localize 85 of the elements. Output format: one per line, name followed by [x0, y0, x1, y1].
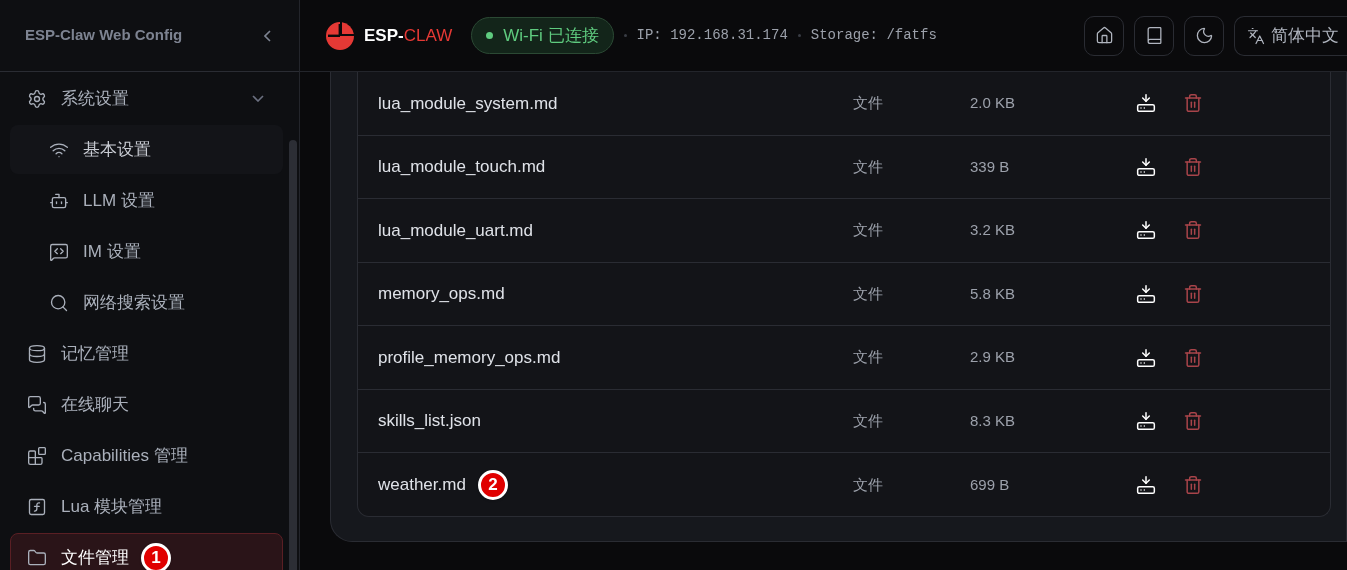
file-size: 339 B: [970, 156, 1011, 177]
nav-item[interactable]: LLM 设置: [10, 176, 283, 225]
home-button[interactable]: [1084, 15, 1124, 56]
download-icon: [1136, 284, 1156, 304]
file-type: 文件: [853, 283, 884, 304]
delete-button[interactable]: [1182, 92, 1204, 115]
download-icon: [1136, 411, 1156, 432]
download-button[interactable]: [1135, 346, 1157, 369]
home-icon: [1094, 26, 1114, 45]
nav-item[interactable]: Capabilities 管理: [10, 431, 283, 480]
download-button[interactable]: [1135, 410, 1157, 433]
annotation-badge: 1: [141, 542, 171, 570]
file-name: lua_module_system.md: [378, 92, 558, 115]
docs-button[interactable]: [1134, 15, 1174, 56]
nav-item[interactable]: 记忆管理: [10, 329, 283, 378]
download-icon: [1136, 474, 1156, 495]
delete-button[interactable]: [1182, 219, 1204, 242]
download-button[interactable]: [1135, 473, 1157, 496]
file-name: weather.md: [378, 474, 466, 496]
download-button[interactable]: [1135, 219, 1157, 242]
delete-button[interactable]: [1182, 346, 1204, 369]
delete-button[interactable]: [1182, 283, 1204, 305]
storage-path: Storage: /fatfs: [810, 26, 937, 45]
search-icon: [49, 292, 69, 313]
download-icon: [1136, 93, 1156, 114]
trash-icon: [1183, 156, 1203, 177]
file-name: skills_list.json: [378, 410, 481, 433]
language-button[interactable]: 简体中文: [1234, 15, 1347, 56]
file-size: 5.8 KB: [970, 283, 1017, 304]
collapse-icon[interactable]: [264, 29, 271, 42]
file-size: 699 B: [970, 474, 1011, 495]
logo-icon: [324, 19, 356, 52]
file-size: 3.2 KB: [970, 220, 1017, 241]
trash-icon: [1183, 411, 1203, 432]
function-icon: [27, 496, 47, 517]
logo-text: ESP-CLAW: [364, 24, 453, 47]
file-size: 8.3 KB: [970, 410, 1017, 431]
scrollbar-thumb[interactable]: [289, 140, 297, 570]
trash-icon: [1183, 347, 1203, 368]
download-button[interactable]: [1135, 92, 1157, 115]
app-title: ESP-Claw Web Config: [25, 25, 183, 46]
file-type: 文件: [853, 347, 884, 368]
chevron-down-icon: [252, 95, 264, 102]
file-size: 2.0 KB: [970, 93, 1017, 114]
file-type: 文件: [853, 410, 884, 431]
file-type: 文件: [853, 220, 884, 241]
file-size: 2.9 KB: [970, 347, 1017, 368]
file-type: 文件: [853, 156, 884, 177]
delete-button[interactable]: [1182, 473, 1204, 496]
trash-icon: [1183, 474, 1203, 495]
file-name: profile_memory_ops.md: [378, 346, 561, 369]
file-name: lua_module_touch.md: [378, 156, 546, 179]
trash-icon: [1183, 220, 1203, 241]
ip-address: IP: 192.168.31.174: [636, 26, 788, 45]
nav-item[interactable]: 网络搜索设置: [10, 278, 283, 327]
nav-item[interactable]: Lua 模块管理: [10, 482, 283, 531]
nav-item[interactable]: 基本设置: [10, 125, 283, 174]
annotation-badge: 2: [477, 469, 508, 500]
nav-item[interactable]: 文件管理 1: [10, 533, 283, 570]
nav-group[interactable]: 系统设置: [10, 74, 283, 123]
download-icon: [1136, 220, 1156, 241]
file-type: 文件: [853, 474, 884, 495]
download-button[interactable]: [1135, 155, 1157, 178]
file-name: memory_ops.md: [378, 283, 505, 306]
delete-button[interactable]: [1182, 155, 1204, 178]
trash-icon: [1183, 93, 1203, 114]
wifi-status: Wi-Fi 已连接: [471, 17, 614, 54]
database-icon: [27, 343, 47, 364]
file-name: lua_module_uart.md: [378, 219, 533, 242]
translate-icon: [1247, 26, 1265, 45]
folder-icon: [27, 547, 47, 568]
download-icon: [1136, 347, 1156, 368]
code-message-icon: [49, 241, 69, 262]
gear-icon: [27, 88, 47, 109]
trash-icon: [1183, 284, 1203, 304]
delete-button[interactable]: [1182, 410, 1204, 433]
moon-icon: [1194, 26, 1214, 45]
theme-button[interactable]: [1184, 15, 1224, 56]
blocks-icon: [27, 445, 47, 466]
nav-item[interactable]: IM 设置: [10, 227, 283, 276]
file-type: 文件: [853, 93, 884, 114]
nav-item[interactable]: 在线聊天: [10, 380, 283, 429]
download-button[interactable]: [1135, 283, 1157, 305]
chat-bubbles-icon: [27, 394, 47, 415]
download-icon: [1136, 156, 1156, 177]
